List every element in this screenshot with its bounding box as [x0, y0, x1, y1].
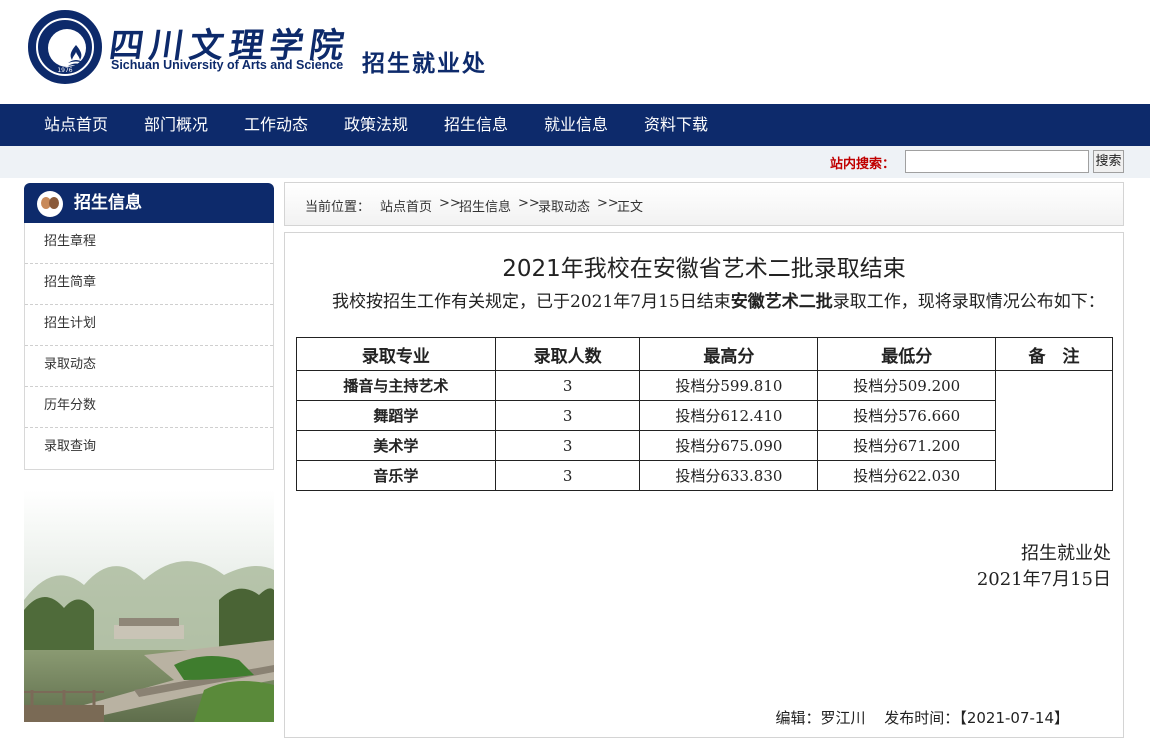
- main-nav: 站点首页 部门概况 工作动态 政策法规 招生信息 就业信息 资料下载: [0, 104, 1150, 146]
- para-text-after: 录取工作，现将录取情况公布如下：: [832, 292, 1105, 312]
- university-seal-logo[interactable]: 1976: [28, 10, 102, 84]
- article-paragraph: 我校按招生工作有关规定，已于2021年7月15日结束安徽艺术二批录取工作，现将录…: [296, 291, 1106, 313]
- nav-item-downloads[interactable]: 资料下载: [644, 104, 708, 146]
- cell-max: 投档分599.810: [639, 370, 819, 401]
- cell-count: 3: [494, 460, 641, 491]
- sidebar-item-brochure[interactable]: 招生简章: [25, 264, 273, 305]
- article-title: 2021年我校在安徽省艺术二批录取结束: [502, 256, 906, 282]
- col-header-major: 录取专业: [296, 337, 496, 371]
- sidebar-list: 招生章程 招生简章 招生计划 录取动态 历年分数 录取查询: [24, 223, 274, 470]
- sidebar-item-past-scores[interactable]: 历年分数: [25, 387, 273, 428]
- para-text-bold: 安徽艺术二批: [730, 292, 833, 312]
- site-header: 1976 四川文理学院 Sichuan University of Arts a…: [0, 0, 1150, 104]
- sidebar-item-admission-query[interactable]: 录取查询: [25, 428, 273, 469]
- breadcrumb-sep-3: >>: [597, 196, 619, 211]
- search-bar: 站内搜索： 搜索: [0, 146, 1150, 178]
- cell-major: 音乐学: [296, 460, 496, 491]
- cell-major: 美术学: [296, 430, 496, 461]
- breadcrumb-admission-news[interactable]: 录取动态: [538, 196, 590, 215]
- table-row: 舞蹈学 3 投档分612.410 投档分576.660: [296, 400, 1113, 431]
- table-row: 播音与主持艺术 3 投档分599.810 投档分509.200: [296, 370, 1113, 491]
- seal-emblem-icon: [68, 45, 84, 66]
- breadcrumb-sep-2: >>: [518, 196, 540, 211]
- col-header-min: 最低分: [817, 337, 997, 371]
- sidebar-item-admission-news[interactable]: 录取动态: [25, 346, 273, 387]
- search-input[interactable]: [905, 150, 1089, 173]
- cell-major: 播音与主持艺术: [296, 370, 496, 401]
- cell-min: 投档分671.200: [817, 430, 997, 461]
- signature-department: 招生就业处: [1021, 543, 1111, 564]
- table-row: 音乐学 3 投档分633.830 投档分622.030: [296, 460, 1113, 491]
- nav-item-home[interactable]: 站点首页: [44, 104, 108, 146]
- sidebar-item-charter[interactable]: 招生章程: [25, 223, 273, 264]
- sidebar-title: 招生信息: [74, 193, 142, 213]
- sidebar: 招生信息 招生章程 招生简章 招生计划 录取动态 历年分数 录取查询: [24, 183, 274, 470]
- nav-item-about[interactable]: 部门概况: [144, 104, 208, 146]
- cell-count: 3: [494, 430, 641, 461]
- para-text-before: 我校按招生工作有关规定，已于2021年7月15日结束: [332, 292, 731, 312]
- article-container: 2021年我校在安徽省艺术二批录取结束 我校按招生工作有关规定，已于2021年7…: [284, 232, 1124, 738]
- col-header-count: 录取人数: [494, 337, 641, 371]
- cell-major: 舞蹈学: [296, 400, 496, 431]
- table-row: 美术学 3 投档分675.090 投档分671.200: [296, 430, 1113, 461]
- editor-name: 罗江川: [820, 709, 866, 727]
- table-header-row: 录取专业 录取人数 最高分 最低分 备 注: [296, 337, 1113, 371]
- search-label: 站内搜索：: [830, 157, 896, 172]
- nav-item-admission[interactable]: 招生信息: [444, 104, 508, 146]
- seal-inner: [48, 29, 86, 67]
- breadcrumb-sep-1: >>: [439, 196, 461, 211]
- col-header-note: 备 注: [995, 337, 1113, 371]
- cell-min: 投档分509.200: [817, 370, 997, 401]
- nav-item-news[interactable]: 工作动态: [244, 104, 308, 146]
- nav-item-employment[interactable]: 就业信息: [544, 104, 608, 146]
- department-name: 招生就业处: [362, 51, 487, 77]
- breadcrumb-current: 正文: [617, 200, 644, 215]
- cell-count: 3: [494, 400, 641, 431]
- cell-max: 投档分612.410: [639, 400, 819, 431]
- university-name-en: Sichuan University of Arts and Science: [111, 58, 344, 72]
- people-icon: [37, 191, 63, 217]
- cell-min: 投档分576.660: [817, 400, 997, 431]
- col-header-max: 最高分: [639, 337, 819, 371]
- nav-item-policy[interactable]: 政策法规: [344, 104, 408, 146]
- campus-landscape-image: [24, 490, 274, 722]
- breadcrumb-prefix: 当前位置：: [305, 200, 371, 215]
- sidebar-item-plan[interactable]: 招生计划: [25, 305, 273, 346]
- breadcrumb: 当前位置： 站点首页 >> 招生信息 >> 录取动态 >> 正文: [284, 182, 1124, 226]
- cell-note: [995, 370, 1113, 491]
- cell-count: 3: [494, 370, 641, 401]
- seal-year: 1976: [57, 67, 73, 74]
- cell-max: 投档分675.090: [639, 430, 819, 461]
- breadcrumb-home[interactable]: 站点首页: [380, 196, 432, 215]
- breadcrumb-admission[interactable]: 招生信息: [459, 196, 511, 215]
- signature-date: 2021年7月15日: [976, 569, 1111, 590]
- search-button[interactable]: 搜索: [1093, 150, 1124, 173]
- cell-max: 投档分633.830: [639, 460, 819, 491]
- sidebar-header: 招生信息: [24, 183, 274, 223]
- cell-min: 投档分622.030: [817, 460, 997, 491]
- editor-label: 编辑：: [775, 709, 821, 727]
- seal-ring: 1976: [36, 18, 94, 76]
- publish-time: 【2021-07-14】: [959, 709, 1069, 727]
- publish-label: 发布时间：: [884, 709, 960, 727]
- admission-results-table: 录取专业 录取人数 最高分 最低分 备 注 播音与主持艺术 3 投档分599.8…: [296, 337, 1113, 491]
- article-meta: 编辑：罗江川 发布时间：【2021-07-14】: [775, 707, 1069, 728]
